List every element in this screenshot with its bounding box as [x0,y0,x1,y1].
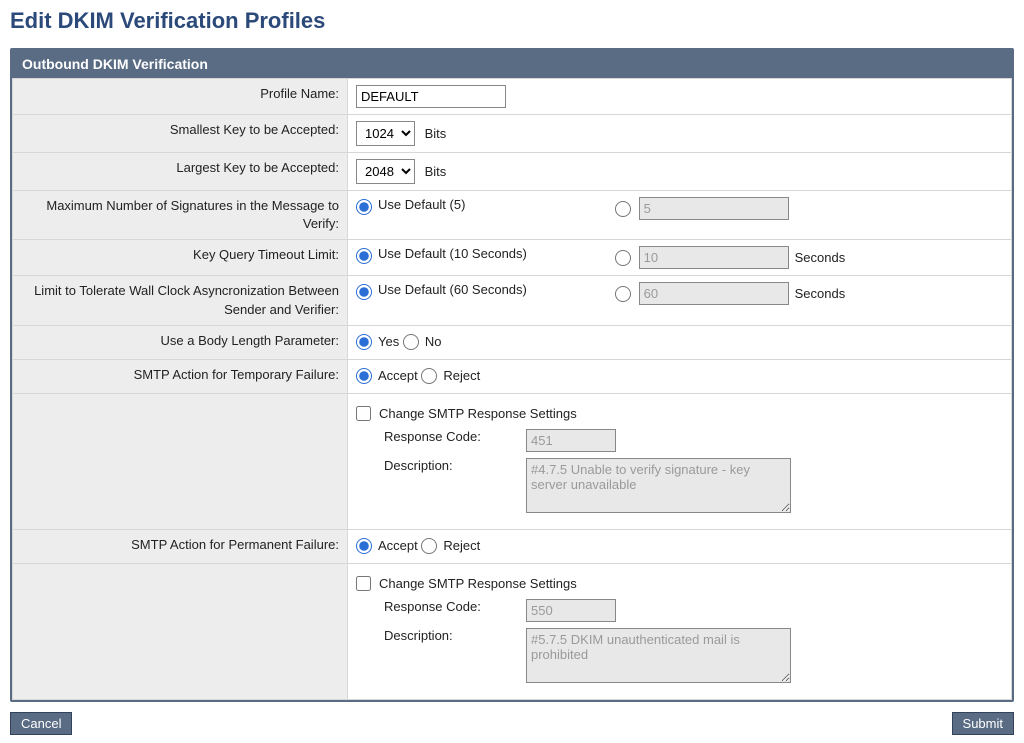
kqt-default-radio[interactable] [356,248,372,264]
temp-description-textarea[interactable] [526,458,791,513]
body-length-no-radio[interactable] [403,334,419,350]
label-temp-failure-smtp-blank [13,393,348,529]
clk-default-radio[interactable] [356,284,372,300]
largest-key-select[interactable]: 2048 [356,159,415,184]
max-sigs-custom-radio[interactable] [615,201,631,217]
profile-name-input[interactable] [356,85,506,108]
smallest-key-select[interactable]: 1024 [356,121,415,146]
max-sigs-default-label: Use Default (5) [378,197,465,212]
perm-description-textarea[interactable] [526,628,791,683]
perm-failure-reject-label: Reject [443,538,480,553]
perm-change-smtp-label: Change SMTP Response Settings [379,576,577,591]
perm-response-code-label: Response Code: [356,599,526,614]
perm-failure-accept-radio[interactable] [356,538,372,554]
clk-custom-input[interactable] [639,282,789,305]
perm-failure-reject-radio[interactable] [421,538,437,554]
outbound-dkim-panel: Outbound DKIM Verification Profile Name:… [10,48,1014,702]
temp-failure-reject-radio[interactable] [421,368,437,384]
submit-button[interactable]: Submit [952,712,1014,735]
label-temp-failure: SMTP Action for Temporary Failure: [13,359,348,393]
temp-response-code-label: Response Code: [356,429,526,444]
seconds-unit: Seconds [795,286,846,301]
perm-response-code-input[interactable] [526,599,616,622]
perm-failure-accept-label: Accept [378,538,418,553]
clk-custom-radio[interactable] [615,286,631,302]
seconds-unit: Seconds [795,250,846,265]
label-perm-failure: SMTP Action for Permanent Failure: [13,529,348,563]
label-smallest-key: Smallest Key to be Accepted: [13,115,348,153]
body-length-no-label: No [425,334,442,349]
temp-change-smtp-label: Change SMTP Response Settings [379,406,577,421]
bits-unit: Bits [425,164,447,179]
label-clock-limit: Limit to Tolerate Wall Clock Asyncroniza… [13,276,348,325]
temp-change-smtp-checkbox[interactable] [356,406,371,421]
kqt-custom-input[interactable] [639,246,789,269]
label-profile-name: Profile Name: [13,79,348,115]
kqt-custom-radio[interactable] [615,250,631,266]
temp-failure-reject-label: Reject [443,368,480,383]
panel-header: Outbound DKIM Verification [12,50,1012,78]
label-perm-failure-smtp-blank [13,563,348,699]
max-sigs-default-radio[interactable] [356,199,372,215]
clk-default-label: Use Default (60 Seconds) [378,282,527,297]
max-sigs-custom-input[interactable] [639,197,789,220]
label-largest-key: Largest Key to be Accepted: [13,153,348,191]
label-key-query-timeout: Key Query Timeout Limit: [13,240,348,276]
page-title: Edit DKIM Verification Profiles [10,8,1014,34]
label-max-sigs: Maximum Number of Signatures in the Mess… [13,191,348,240]
perm-description-label: Description: [356,628,526,643]
cancel-button[interactable]: Cancel [10,712,72,735]
kqt-default-label: Use Default (10 Seconds) [378,246,527,261]
label-body-length: Use a Body Length Parameter: [13,325,348,359]
bits-unit: Bits [425,126,447,141]
temp-response-code-input[interactable] [526,429,616,452]
perm-change-smtp-checkbox[interactable] [356,576,371,591]
button-bar: Cancel Submit [10,712,1014,735]
temp-failure-accept-radio[interactable] [356,368,372,384]
temp-description-label: Description: [356,458,526,473]
body-length-yes-radio[interactable] [356,334,372,350]
body-length-yes-label: Yes [378,334,399,349]
settings-table: Profile Name: Smallest Key to be Accepte… [12,78,1012,700]
temp-failure-accept-label: Accept [378,368,418,383]
